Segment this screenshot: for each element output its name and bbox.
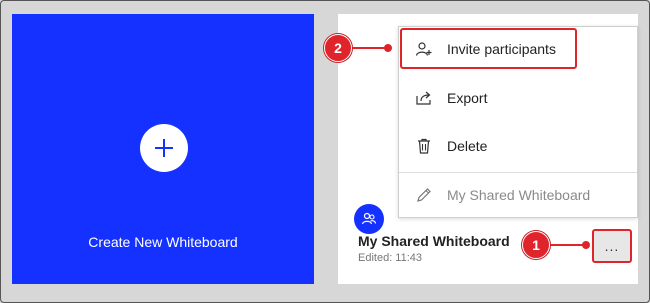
callout-badge-2: 2 [324,34,352,62]
participants-icon [354,204,384,234]
create-new-whiteboard-label: Create New Whiteboard [88,234,238,250]
more-options-button[interactable]: ... [592,229,632,263]
menu-label-export: Export [447,90,488,106]
whiteboard-title: My Shared Whiteboard [358,233,510,249]
callout-dot-1 [582,241,590,249]
menu-item-delete[interactable]: Delete [399,124,637,168]
callout-dot-2 [384,44,392,52]
menu-item-export[interactable]: Export [399,76,637,120]
menu-label-delete: Delete [447,138,488,154]
menu-item-rename[interactable]: My Shared Whiteboard [399,173,637,217]
whiteboard-edited-time: Edited: 11:43 [358,252,423,264]
create-new-whiteboard-tile[interactable]: Create New Whiteboard [12,14,314,284]
more-options-label: ... [604,238,620,254]
callout-leader-1 [550,244,586,246]
trash-icon [415,137,433,155]
menu-label-whiteboard-name: My Shared Whiteboard [447,187,591,203]
context-menu: Invite participants Export Delete My Sha… [398,26,638,218]
whiteboard-footer: My Shared Whiteboard Edited: 11:43 ... [338,204,638,284]
callout-badge-1: 1 [522,231,550,259]
plus-icon[interactable] [140,124,188,172]
callout-leader-2 [352,47,388,49]
menu-item-invite-participants[interactable]: Invite participants [399,27,637,71]
add-person-icon [415,40,433,58]
menu-label-invite: Invite participants [447,41,556,57]
pencil-icon [415,186,433,204]
share-icon [415,89,433,107]
